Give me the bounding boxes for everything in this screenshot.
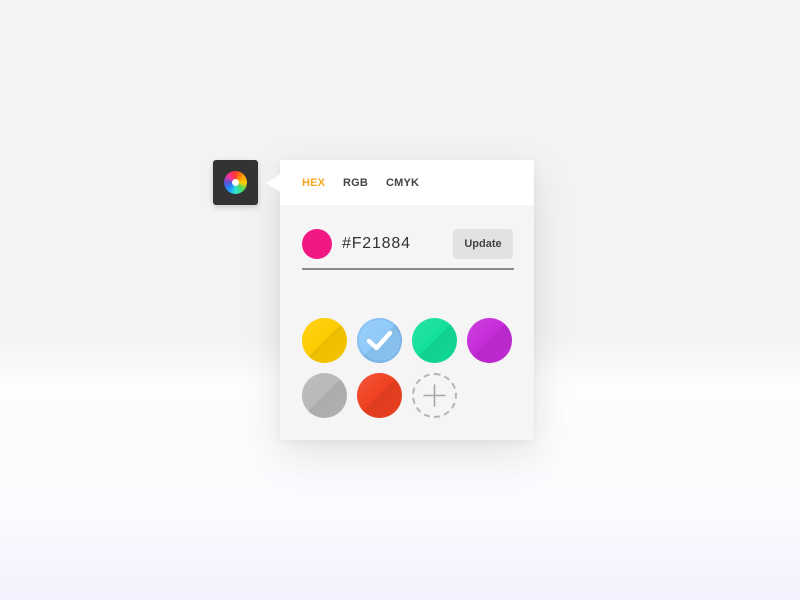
current-color-swatch (302, 229, 332, 259)
color-wheel-icon (224, 171, 247, 194)
popover-pointer (266, 174, 280, 192)
tab-cmyk[interactable]: CMYK (386, 177, 419, 189)
swatch-purple[interactable] (467, 318, 512, 363)
tab-rgb[interactable]: RGB (343, 177, 368, 189)
plus-icon (423, 384, 446, 407)
hex-input[interactable] (342, 232, 462, 256)
swatch-gray[interactable] (302, 373, 347, 418)
checkmark-icon (366, 330, 393, 351)
swatch-yellow[interactable] (302, 318, 347, 363)
add-swatch-button[interactable] (412, 373, 457, 418)
swatch-green[interactable] (412, 318, 457, 363)
color-picker-popover: HEX RGB CMYK Update (266, 160, 534, 440)
input-underline (302, 268, 514, 270)
tab-hex[interactable]: HEX (302, 177, 325, 189)
format-tabs: HEX RGB CMYK (280, 160, 534, 205)
swatch-red[interactable] (357, 373, 402, 418)
color-picker-trigger-button[interactable] (213, 160, 258, 205)
swatch-light-blue-selected[interactable] (357, 318, 402, 363)
update-button[interactable]: Update (453, 229, 513, 259)
